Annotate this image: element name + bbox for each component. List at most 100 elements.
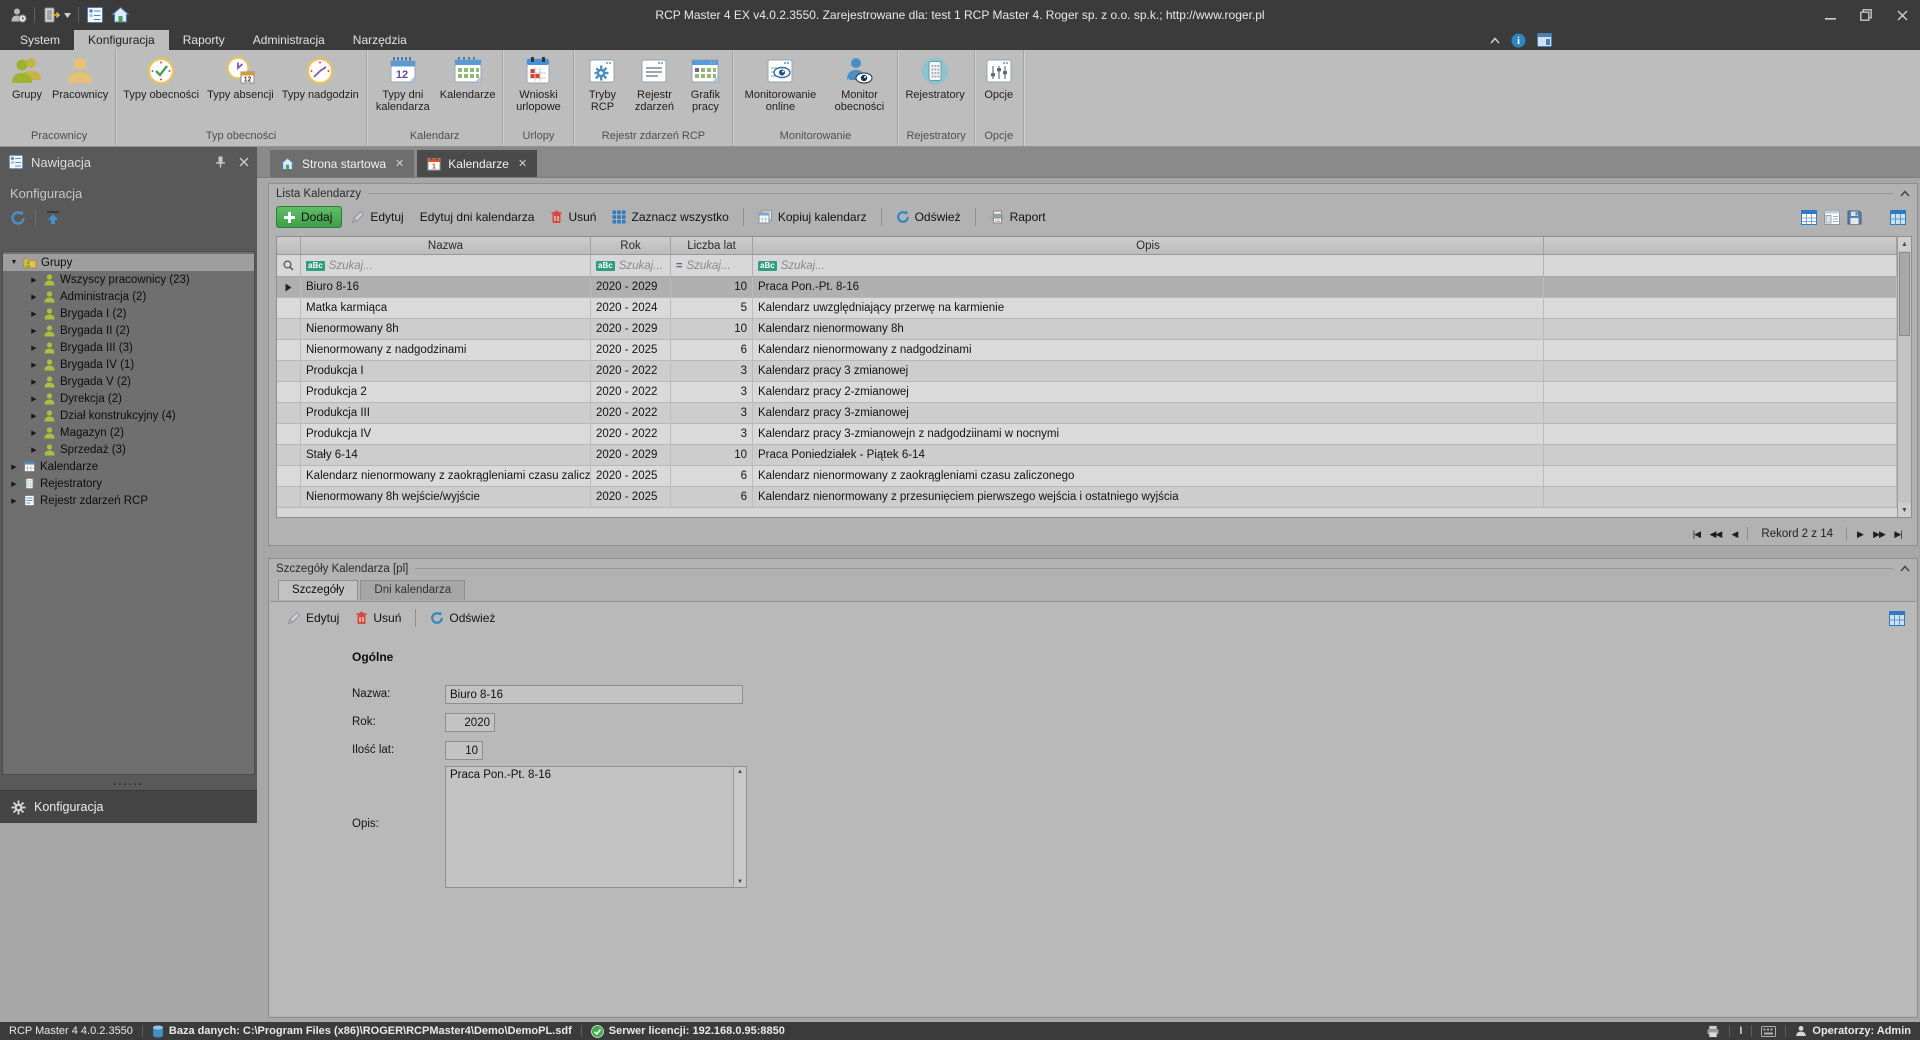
tree-item-sprzedaz[interactable]: ▶Sprzedaż (3)	[3, 441, 254, 458]
raport-button[interactable]: Raport	[983, 206, 1053, 228]
ribbon-button-grafik-pracy[interactable]: Grafik pracy	[681, 53, 729, 114]
close-button[interactable]	[1884, 0, 1920, 30]
opis-field[interactable]: Praca Pon.-Pt. 8-16	[446, 767, 732, 887]
doc-tab-strona-startowa[interactable]: Strona startowa ✕	[270, 150, 414, 177]
first-record-button[interactable]: |◀	[1687, 529, 1705, 540]
table-row[interactable]: Kalendarz nienormowany z zaokrągleniami …	[277, 466, 1897, 487]
expander-closed-icon[interactable]: ▶	[29, 446, 39, 454]
column-chooser-icon[interactable]	[1889, 611, 1905, 626]
collapse-ribbon-icon[interactable]	[1490, 37, 1500, 44]
ribbon-button-monitor-obecnosci[interactable]: Monitor obecności	[824, 53, 894, 114]
ribbon-button-typy-absencji[interactable]: 12 Typy absencji	[203, 53, 278, 102]
navigation-list-icon[interactable]	[86, 6, 104, 24]
expander-closed-icon[interactable]: ▶	[9, 480, 19, 488]
edytuj-button[interactable]: Edytuj	[344, 206, 410, 228]
ribbon-button-tryby-rcp[interactable]: Tryby RCP	[577, 53, 627, 114]
column-chooser-icon[interactable]	[1890, 210, 1906, 225]
tab-narzedzia[interactable]: Narzędzia	[339, 30, 421, 50]
home-icon[interactable]	[111, 6, 130, 24]
panel-splitter-handle[interactable]: ......	[0, 777, 257, 787]
expander-closed-icon[interactable]: ▶	[29, 378, 39, 386]
next-page-button[interactable]: ▶▶	[1870, 529, 1888, 540]
dodaj-button[interactable]: Dodaj	[276, 206, 342, 228]
expander-closed-icon[interactable]: ▶	[29, 327, 39, 335]
expander-closed-icon[interactable]: ▶	[29, 276, 39, 284]
ribbon-button-opcje[interactable]: Opcje	[978, 53, 1020, 102]
doc-tab-kalendarze[interactable]: 1 Kalendarze ✕	[417, 150, 537, 177]
rok-field[interactable]	[445, 713, 495, 732]
expander-closed-icon[interactable]: ▶	[29, 344, 39, 352]
table-row[interactable]: Nienormowany z nadgodzinami 2020 - 2025 …	[277, 340, 1897, 361]
header-nazwa[interactable]: Nazwa	[301, 237, 591, 254]
ribbon-button-wnioski-urlopowe[interactable]: Wnioski urlopowe	[506, 53, 570, 114]
table-row[interactable]: Biuro 8-16 2020 - 2029 10 Praca Pon.-Pt.…	[277, 277, 1897, 298]
expander-open-icon[interactable]: ▼	[9, 259, 19, 266]
tab-administracja[interactable]: Administracja	[239, 30, 339, 50]
next-record-button[interactable]: ▶	[1851, 529, 1869, 540]
expander-closed-icon[interactable]: ▶	[29, 412, 39, 420]
ilosc-lat-field[interactable]	[445, 741, 483, 760]
tree-item-wszyscy-pracownicy[interactable]: ▶Wszyscy pracownicy (23)	[3, 271, 254, 288]
tree-item-grupy[interactable]: ▼ Grupy	[3, 254, 254, 271]
details-odswiez-button[interactable]: Odśwież	[423, 607, 502, 629]
header-rok[interactable]: Rok	[591, 237, 671, 254]
nazwa-field[interactable]	[445, 685, 743, 704]
expander-closed-icon[interactable]: ▶	[29, 293, 39, 301]
table-row[interactable]: Produkcja III 2020 - 2022 3 Kalendarz pr…	[277, 403, 1897, 424]
kopiuj-kalendarz-button[interactable]: Kopiuj kalendarz	[751, 206, 874, 228]
ribbon-button-kalendarze[interactable]: Kalendarze	[436, 53, 500, 102]
table-row[interactable]: Produkcja I 2020 - 2022 3 Kalendarz prac…	[277, 361, 1897, 382]
expander-closed-icon[interactable]: ▶	[29, 395, 39, 403]
table-row[interactable]: Produkcja 2 2020 - 2022 3 Kalendarz prac…	[277, 382, 1897, 403]
tab-konfiguracja[interactable]: Konfiguracja	[74, 30, 169, 50]
textarea-scrollbar[interactable]: ▲▼	[733, 767, 746, 887]
filter-liczba-lat[interactable]: =Szukaj...	[671, 255, 753, 276]
tab-dni-kalendarza[interactable]: Dni kalendarza	[360, 580, 465, 600]
expander-closed-icon[interactable]: ▶	[29, 429, 39, 437]
header-liczba-lat[interactable]: Liczba lat	[671, 237, 753, 254]
ribbon-button-rejestratory[interactable]: Rejestratory	[901, 53, 968, 102]
pin-icon[interactable]	[215, 156, 226, 168]
app-user-icon[interactable]	[9, 6, 27, 24]
header-opis[interactable]: Opis	[753, 237, 1544, 254]
collapse-panel-icon[interactable]	[1900, 190, 1910, 197]
usun-button[interactable]: Usuń	[543, 206, 603, 228]
tree-item-administracja[interactable]: ▶Administracja (2)	[3, 288, 254, 305]
expander-closed-icon[interactable]: ▶	[29, 361, 39, 369]
tree-item-rejestr-zdarzen-rcp[interactable]: ▶Rejestr zdarzeń RCP	[3, 492, 254, 509]
ribbon-button-typy-nadgodzin[interactable]: Typy nadgodzin	[278, 53, 363, 102]
prev-page-button[interactable]: ◀◀	[1706, 529, 1724, 540]
tree-item-brygada-4[interactable]: ▶Brygada IV (1)	[3, 356, 254, 373]
table-row[interactable]: Stały 6-14 2020 - 2029 10 Praca Poniedzi…	[277, 445, 1897, 466]
save-layout-icon[interactable]	[1847, 210, 1862, 225]
details-edytuj-button[interactable]: Edytuj	[280, 607, 346, 629]
logout-icon[interactable]	[42, 6, 71, 24]
ribbon-button-pracownicy[interactable]: Pracownicy	[48, 53, 112, 102]
last-record-button[interactable]: ▶|	[1889, 529, 1907, 540]
window-layout-icon[interactable]	[1537, 33, 1552, 47]
ribbon-button-grupy[interactable]: Grupy	[6, 53, 48, 102]
search-icon[interactable]	[277, 255, 301, 276]
card-view-icon[interactable]	[1824, 210, 1840, 225]
close-panel-icon[interactable]	[239, 157, 249, 167]
table-row[interactable]: Matka karmiąca 2020 - 2024 5 Kalendarz u…	[277, 298, 1897, 319]
prev-record-button[interactable]: ◀	[1725, 529, 1743, 540]
minimize-button[interactable]	[1812, 0, 1848, 30]
table-row[interactable]: Nienormowany 8h 2020 - 2029 10 Kalendarz…	[277, 319, 1897, 340]
expander-closed-icon[interactable]: ▶	[9, 463, 19, 471]
restore-button[interactable]	[1848, 0, 1884, 30]
tree-item-dyrekcja[interactable]: ▶Dyrekcja (2)	[3, 390, 254, 407]
scroll-up-icon[interactable]: ▲	[1898, 237, 1911, 251]
ribbon-button-typy-obecnosci[interactable]: Typy obecności	[119, 53, 203, 102]
edytuj-dni-kalendarza-button[interactable]: Edytuj dni kalendarza	[413, 206, 542, 228]
expander-closed-icon[interactable]: ▶	[29, 310, 39, 318]
refresh-tree-icon[interactable]	[10, 210, 26, 226]
ribbon-button-monitorowanie-online[interactable]: Monitorowanie online	[736, 53, 824, 114]
tree-item-dzial-konstrukcyjny[interactable]: ▶Dział konstrukcyjny (4)	[3, 407, 254, 424]
table-vertical-scrollbar[interactable]: ▲ ▼	[1897, 237, 1911, 517]
close-tab-icon[interactable]: ✕	[516, 157, 527, 170]
tab-system[interactable]: System	[6, 30, 74, 50]
tree-item-magazyn[interactable]: ▶Magazyn (2)	[3, 424, 254, 441]
tree-item-brygada-3[interactable]: ▶Brygada III (3)	[3, 339, 254, 356]
tree-item-brygada-5[interactable]: ▶Brygada V (2)	[3, 373, 254, 390]
